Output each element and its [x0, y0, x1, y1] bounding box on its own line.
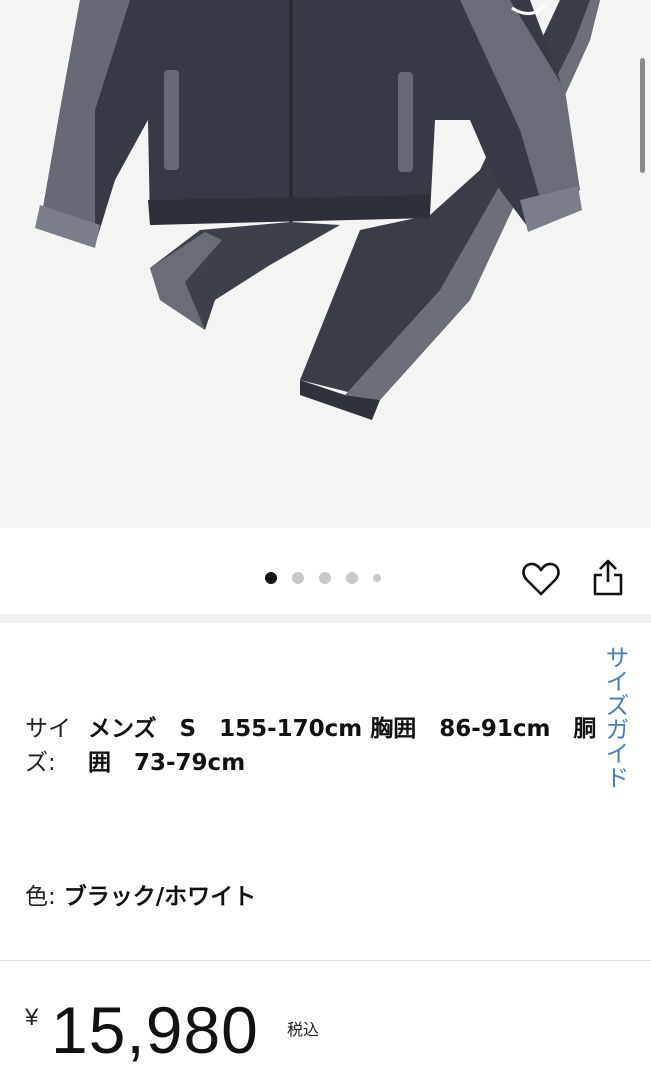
color-label: 色:	[25, 884, 56, 910]
like-button[interactable]	[521, 560, 561, 598]
share-icon	[593, 559, 623, 596]
price-divider	[0, 960, 651, 961]
gallery-dot-1[interactable]	[265, 572, 277, 584]
gallery-pagination[interactable]	[265, 572, 381, 584]
gallery-dot-5[interactable]	[373, 574, 381, 582]
color-row: 色: ブラック/ホワイト	[25, 880, 256, 914]
size-label: サイズ:	[25, 716, 71, 776]
currency-symbol: ¥	[25, 1004, 39, 1031]
product-image[interactable]	[0, 0, 651, 528]
tracksuit-photo	[35, 0, 600, 420]
share-button[interactable]	[590, 558, 626, 598]
gallery-dot-4[interactable]	[346, 572, 358, 584]
tax-note: 税込	[287, 1020, 320, 1039]
size-value: メンズ S 155-170cm 胸囲 86-91cm 胴囲 73-79cm	[88, 716, 597, 776]
price-amount: 15,980	[51, 993, 259, 1067]
section-divider	[0, 614, 651, 623]
heart-icon	[522, 562, 560, 596]
size-guide-link[interactable]: サイズガイド	[601, 645, 629, 789]
color-value: ブラック/ホワイト	[63, 884, 257, 910]
gallery-dot-2[interactable]	[292, 572, 304, 584]
gallery-dot-3[interactable]	[319, 572, 331, 584]
scrollbar[interactable]	[640, 58, 645, 173]
